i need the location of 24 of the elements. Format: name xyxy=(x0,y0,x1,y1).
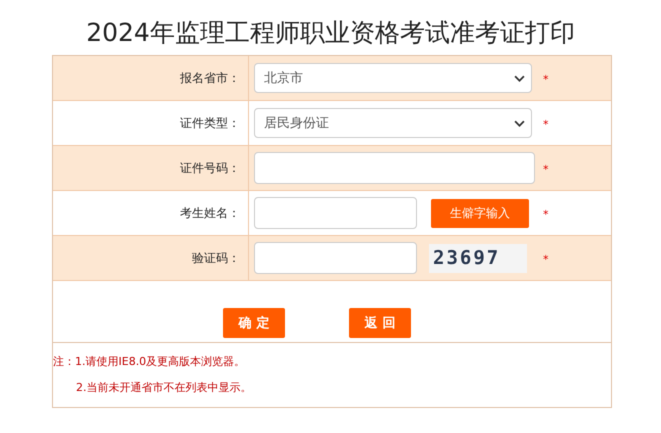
field-label: 考生姓名： xyxy=(180,204,240,222)
rare-character-input-button[interactable]: 生僻字输入 xyxy=(431,198,529,228)
field-label: 验证码： xyxy=(192,250,240,266)
field-label: 证件号码： xyxy=(180,160,240,176)
input-field[interactable] xyxy=(254,197,417,229)
input-field[interactable] xyxy=(254,152,535,184)
field-label: 证件类型： xyxy=(180,114,240,132)
chevron-down-icon xyxy=(514,120,525,126)
input-field[interactable] xyxy=(254,242,417,274)
required-mark: * xyxy=(543,73,548,86)
captcha-image: 23697 xyxy=(429,244,527,272)
required-mark: * xyxy=(543,253,548,266)
required-mark: * xyxy=(543,118,548,131)
note-text: 注：1.请使用IE8.0及更高版本浏览器。 xyxy=(53,354,246,370)
chevron-down-icon xyxy=(514,74,525,82)
action-button[interactable]: 返 回 xyxy=(349,308,411,338)
action-button[interactable]: 确 定 xyxy=(223,308,285,338)
dropdown-field[interactable]: 北京市 xyxy=(254,63,532,93)
dropdown-field[interactable]: 居民身份证 xyxy=(254,108,532,138)
note-text: 2.当前未开通省市不在列表中显示。 xyxy=(75,380,252,396)
required-mark: * xyxy=(543,208,548,221)
page-title: 2024年监理工程师职业资格考试准考证打印 xyxy=(85,17,576,49)
field-label: 报名省市： xyxy=(180,70,240,86)
required-mark: * xyxy=(543,163,548,176)
